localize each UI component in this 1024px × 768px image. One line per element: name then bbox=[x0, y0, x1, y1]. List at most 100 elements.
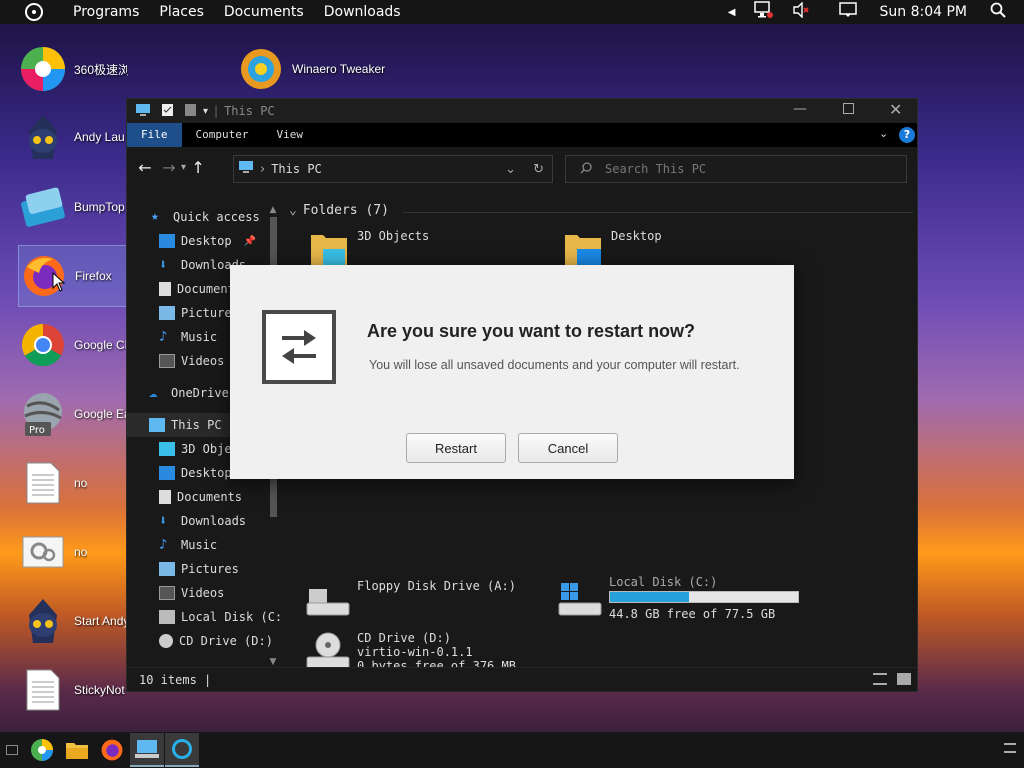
nav-item-pictures[interactable]: Pictures bbox=[127, 557, 281, 581]
refresh-icon[interactable]: ↻ bbox=[533, 162, 544, 177]
window-title: This PC bbox=[224, 104, 275, 118]
scroll-down-icon[interactable]: ▼ bbox=[267, 657, 279, 667]
maximize-button[interactable] bbox=[843, 103, 854, 114]
tab-file[interactable]: File bbox=[127, 123, 182, 147]
desktop-icon-label: Andy Lau bbox=[74, 130, 125, 144]
taskbar-menu-icon[interactable] bbox=[1004, 743, 1016, 753]
menu-documents[interactable]: Documents bbox=[214, 4, 314, 20]
forward-button[interactable]: → bbox=[157, 158, 181, 177]
download-arrow-icon: ⬇ bbox=[159, 257, 168, 273]
nav-label: OneDrive bbox=[171, 386, 229, 400]
nav-item-quick-access[interactable]: ★ Quick access bbox=[127, 205, 281, 229]
text-file-icon bbox=[18, 458, 68, 508]
window-titlebar[interactable]: ▾ | This PC — ✕ bbox=[127, 99, 917, 123]
nav-label: This PC bbox=[171, 418, 222, 432]
group-divider bbox=[403, 212, 913, 213]
desktop-icon-bumptop[interactable]: BumpTop bbox=[18, 176, 128, 238]
nav-item-documents[interactable]: Documents bbox=[127, 485, 281, 509]
nav-label: Desktop bbox=[181, 234, 232, 248]
ribbon-expand-icon[interactable]: ⌄ bbox=[879, 127, 888, 140]
taskbar-cortana-icon[interactable] bbox=[165, 733, 199, 767]
notification-icon[interactable] bbox=[838, 2, 857, 22]
desktop-icon-andy[interactable]: Andy Lau bbox=[18, 106, 128, 168]
taskbar-file-explorer-icon[interactable] bbox=[60, 733, 94, 767]
pictures-icon bbox=[159, 306, 175, 320]
tab-computer[interactable]: Computer bbox=[182, 123, 263, 147]
nav-label: Downloads bbox=[181, 514, 247, 528]
app-menu-icon[interactable] bbox=[25, 3, 43, 21]
address-dropdown-icon[interactable]: ⌄ bbox=[505, 162, 516, 177]
taskbar-firefox-icon[interactable] bbox=[95, 733, 129, 767]
qat-dropdown-icon[interactable]: ▾ bbox=[203, 106, 208, 117]
desktop-icon-google-earth[interactable]: Pro Google Ea bbox=[18, 383, 128, 445]
desktop-icon-label: StickyNot bbox=[74, 683, 125, 697]
taskbar-360-browser-icon[interactable] bbox=[25, 733, 59, 767]
volume-muted-icon[interactable] bbox=[792, 1, 810, 22]
nav-label: Pictures bbox=[181, 562, 239, 576]
up-button[interactable]: ↑ bbox=[186, 158, 210, 177]
desktop-icon-winaero[interactable]: Winaero Tweaker bbox=[236, 38, 396, 100]
group-title: Folders (7) bbox=[302, 203, 389, 218]
taskbar bbox=[0, 732, 1024, 768]
details-view-icon[interactable] bbox=[873, 673, 887, 685]
menu-places[interactable]: Places bbox=[149, 4, 214, 20]
desktop-icon-firefox[interactable]: Firefox bbox=[18, 245, 128, 307]
qat-new-folder-icon[interactable] bbox=[184, 103, 197, 120]
restart-button[interactable]: Restart bbox=[406, 433, 506, 463]
nav-item-downloads[interactable]: ⬇ Downloads bbox=[127, 509, 281, 533]
collapse-chevron-icon[interactable]: ⌄ bbox=[289, 203, 297, 218]
search-box[interactable]: Search This PC bbox=[565, 155, 907, 183]
drive-floppy[interactable]: Floppy Disk Drive (A:) bbox=[305, 579, 516, 623]
computer-icon bbox=[238, 160, 254, 178]
desktop-icon-chrome[interactable]: Google Ch bbox=[18, 314, 128, 376]
help-icon[interactable]: ? bbox=[899, 127, 915, 143]
nav-item-cd-drive[interactable]: CD Drive (D:) bbox=[127, 629, 281, 653]
dialog-title: Are you sure you want to restart now? bbox=[367, 321, 696, 341]
folders-group-header[interactable]: ⌄ Folders (7) bbox=[289, 203, 389, 218]
taskbar-this-pc-icon[interactable] bbox=[130, 733, 164, 767]
computer-icon bbox=[135, 103, 151, 120]
tab-view[interactable]: View bbox=[262, 123, 317, 147]
minimize-button[interactable]: — bbox=[793, 101, 807, 117]
drive-free-space: 44.8 GB free of 77.5 GB bbox=[609, 607, 776, 621]
tray-arrow-icon[interactable]: ◀ bbox=[728, 7, 736, 18]
clock[interactable]: Sun 8:04 PM bbox=[880, 4, 968, 20]
nav-item-music[interactable]: ♪ Music bbox=[127, 533, 281, 557]
menu-downloads[interactable]: Downloads bbox=[314, 4, 411, 20]
back-button[interactable]: ← bbox=[133, 158, 157, 177]
nav-label: Documents bbox=[177, 490, 243, 504]
cancel-button[interactable]: Cancel bbox=[518, 433, 618, 463]
nav-item-local-disk[interactable]: Local Disk (C:) bbox=[127, 605, 281, 629]
close-button[interactable]: ✕ bbox=[889, 100, 902, 119]
desktop-icon-no-2[interactable]: no bbox=[18, 521, 128, 583]
drive-local-c[interactable]: Local Disk (C:) 44.8 GB free of 77.5 GB bbox=[557, 575, 917, 623]
pin-icon[interactable]: 📌 bbox=[244, 236, 256, 247]
desktop-icon-360[interactable]: 360极速浏览器 bbox=[18, 38, 128, 100]
scroll-up-icon[interactable]: ▲ bbox=[267, 205, 279, 215]
desktop-icon-stickynotes[interactable]: StickyNot bbox=[18, 659, 128, 721]
music-note-icon: ♪ bbox=[159, 329, 168, 345]
search-icon[interactable] bbox=[990, 2, 1006, 22]
drive-name: Floppy Disk Drive (A:) bbox=[357, 579, 516, 593]
cube-icon bbox=[159, 442, 175, 456]
search-placeholder: Search This PC bbox=[605, 162, 707, 176]
large-icons-view-icon[interactable] bbox=[897, 673, 911, 685]
nav-item-videos[interactable]: Videos bbox=[127, 581, 281, 605]
ribbon-tabs: File Computer View ⌄ ? bbox=[127, 123, 917, 147]
network-icon[interactable] bbox=[753, 1, 774, 23]
restart-confirm-dialog: Are you sure you want to restart now? Yo… bbox=[230, 265, 794, 479]
nav-label: Local Disk (C:) bbox=[181, 610, 281, 624]
computer-icon bbox=[149, 418, 165, 432]
chrome-icon bbox=[18, 320, 68, 370]
qat-properties-icon[interactable] bbox=[161, 103, 174, 120]
titlebar-divider: | bbox=[214, 104, 219, 118]
video-icon bbox=[159, 354, 175, 368]
nav-item-desktop[interactable]: Desktop 📌 bbox=[127, 229, 281, 253]
address-bar[interactable]: › This PC ⌄ ↻ bbox=[233, 155, 553, 183]
desktop-icon-start-andy[interactable]: Start Andy bbox=[18, 590, 128, 652]
andy-icon bbox=[18, 112, 68, 162]
menu-programs[interactable]: Programs bbox=[63, 4, 149, 20]
show-desktop-icon[interactable] bbox=[0, 733, 24, 767]
desktop-icon-no-1[interactable]: no bbox=[18, 452, 128, 514]
breadcrumb-chevron-icon[interactable]: › bbox=[260, 162, 265, 177]
